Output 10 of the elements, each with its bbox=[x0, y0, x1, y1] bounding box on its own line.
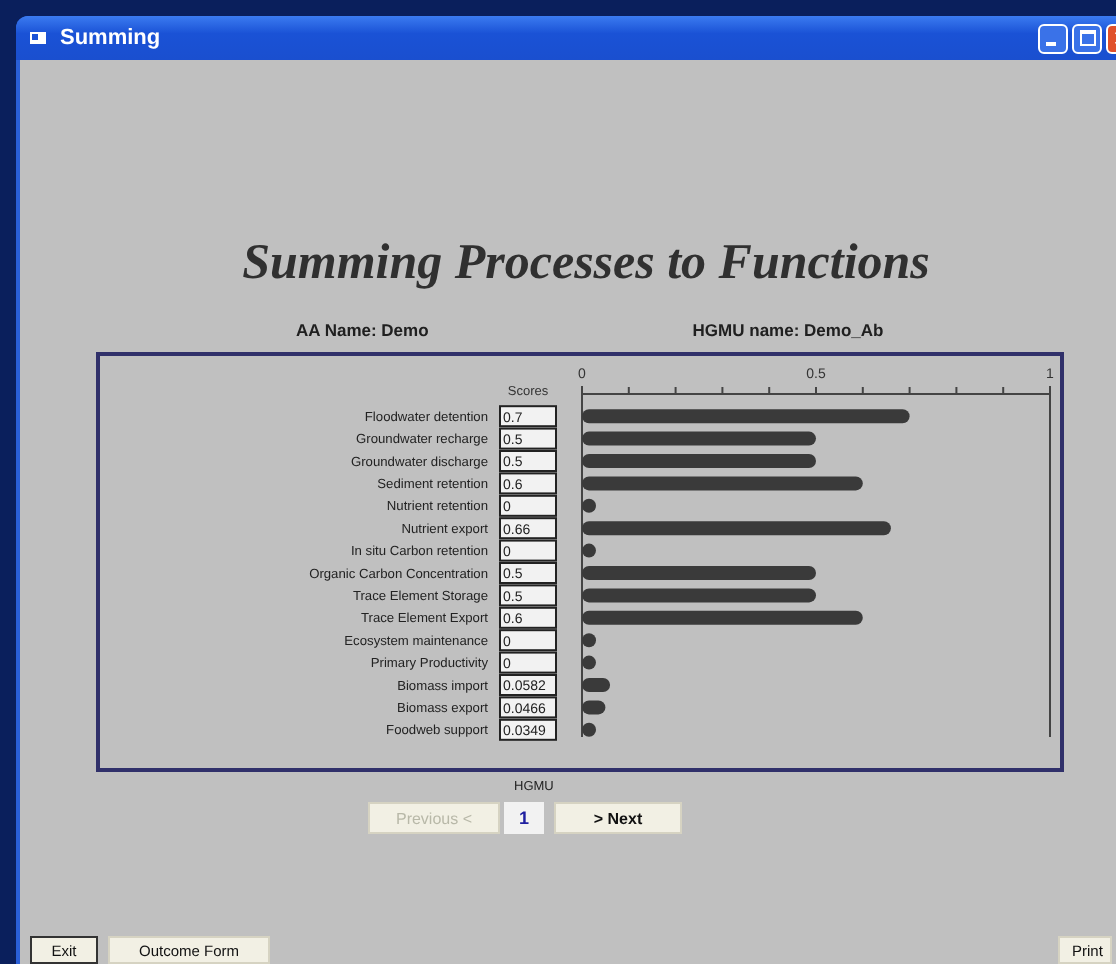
page-field[interactable]: 1 bbox=[504, 802, 544, 834]
app-icon bbox=[28, 28, 48, 48]
minimize-button[interactable] bbox=[1038, 23, 1068, 53]
page-heading: Summing Processes to Functions bbox=[240, 236, 932, 292]
next-button[interactable]: > Next bbox=[554, 802, 682, 834]
window-title: Summing bbox=[60, 26, 163, 50]
hgmu-name-label: HGMU name: Demo_Ab bbox=[692, 320, 884, 340]
maximize-button[interactable] bbox=[1072, 23, 1102, 53]
aa-name-label: AA Name: Demo bbox=[296, 320, 429, 340]
maximize-icon bbox=[1079, 30, 1095, 46]
